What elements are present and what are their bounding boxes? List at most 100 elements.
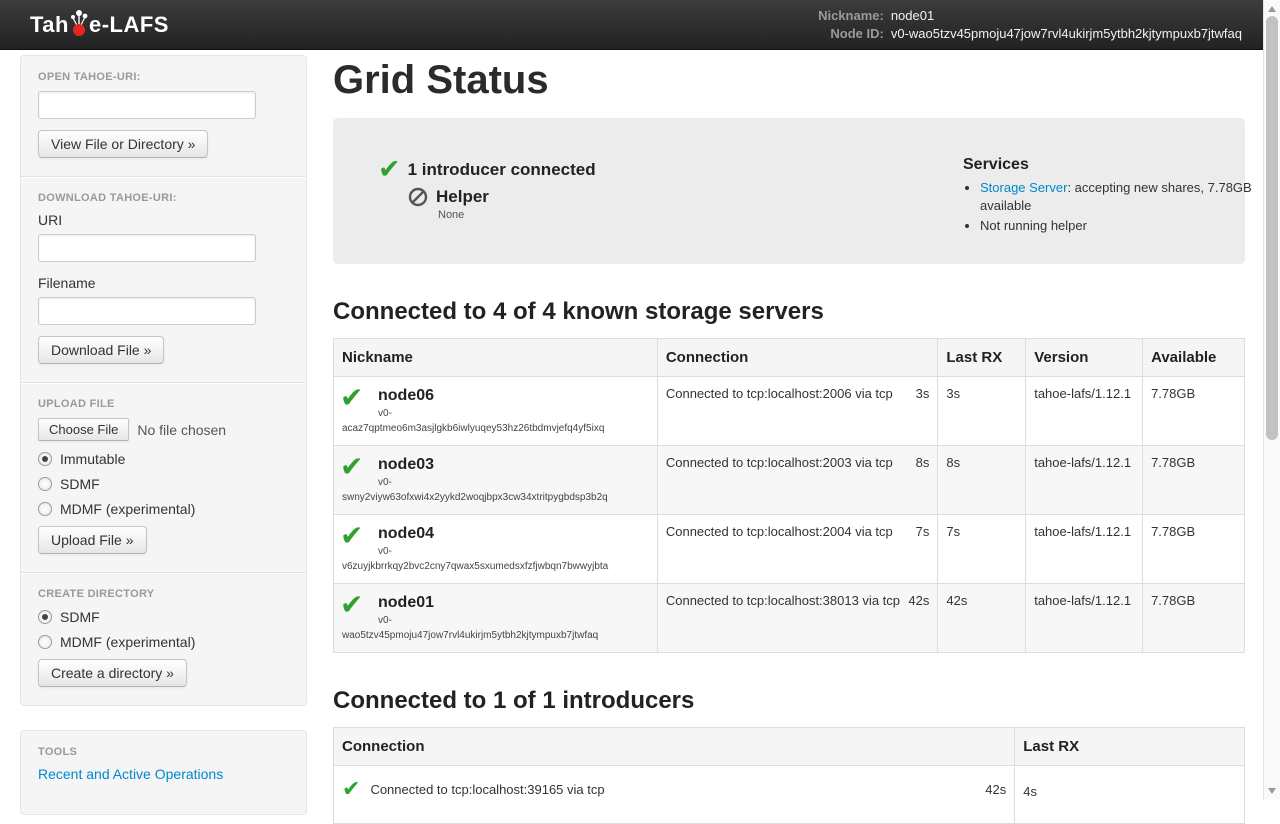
server-node-id: v0-swny2viyw63ofxwi4x2yykd2woqjbpx3cw34x… — [342, 475, 649, 505]
view-file-button[interactable]: View File or Directory » — [38, 130, 208, 158]
tools-panel: TOOLS Recent and Active Operations — [20, 730, 307, 815]
open-uri-section: OPEN TAHOE-URI: View File or Directory » — [21, 56, 306, 176]
server-connection-time: 3s — [916, 386, 930, 401]
scroll-down-arrow-icon[interactable] — [1268, 788, 1276, 794]
servers-table-body: ✔ node06v0-acaz7qptmeo6m3asjlgkb6iwlyuqey… — [334, 377, 1245, 653]
tahoe-lafs-logo: Tah e-LAFS — [30, 9, 169, 40]
server-row-node04: ✔ node04v0-v6zuyjkbrrkqy2bvc2cny7qwax5sxu… — [334, 515, 1245, 584]
storage-server-link[interactable]: Storage Server — [980, 180, 1067, 195]
node-info: Nickname: node01 Node ID: v0-wao5tzv45pm… — [818, 8, 1242, 41]
filename-field-label: Filename — [38, 275, 289, 291]
col-header-available: Available — [1143, 339, 1245, 377]
server-last-rx: 42s — [938, 584, 1026, 653]
radio-label: MDMF (experimental) — [60, 634, 195, 650]
nickname-value: node01 — [891, 8, 1242, 23]
introducers-table: Connection Last RX ✔ Connected to tcp:loc… — [333, 727, 1245, 824]
upload-format-radio-mdmf-experimental[interactable]: MDMF (experimental) — [38, 501, 289, 517]
upload-format-radio-immutable[interactable]: Immutable — [38, 451, 289, 467]
radio-button-icon[interactable] — [38, 502, 52, 516]
radio-label: SDMF — [60, 476, 100, 492]
server-available: 7.78GB — [1143, 377, 1245, 446]
server-connected-check-icon: ✔ — [340, 384, 363, 412]
radio-label: MDMF (experimental) — [60, 501, 195, 517]
open-uri-input[interactable] — [38, 91, 256, 119]
col-header-nickname: Nickname — [334, 339, 658, 377]
server-row-node06: ✔ node06v0-acaz7qptmeo6m3asjlgkb6iwlyuqey… — [334, 377, 1245, 446]
introducer-connected-check-icon: ✔ — [342, 778, 360, 800]
server-node-id: v0-v6zuyjkbrrkqy2bvc2cny7qwax5sxumedsxfz… — [342, 544, 649, 574]
choose-file-button[interactable]: Choose File — [38, 418, 129, 441]
server-row-node01: ✔node01v0-wao5tzv45pmoju47jow7rvl4ukirjm… — [334, 584, 1245, 653]
radio-button-icon[interactable] — [38, 477, 52, 491]
helper-value: None — [438, 209, 963, 221]
introducer-connection-text: Connected to tcp:localhost:39165 via tcp — [370, 782, 604, 797]
radio-button-icon[interactable] — [38, 635, 52, 649]
download-uri-label: DOWNLOAD TAHOE-URI: — [38, 192, 289, 204]
nickname-label: Nickname: — [818, 8, 884, 23]
recent-operations-link[interactable]: Recent and Active Operations — [38, 766, 223, 782]
upload-format-radio-sdmf[interactable]: SDMF — [38, 476, 289, 492]
download-filename-input[interactable] — [38, 297, 256, 325]
server-nickname: node04 — [378, 524, 649, 544]
server-connected-check-icon: ✔ — [340, 591, 363, 619]
server-available: 7.78GB — [1143, 446, 1245, 515]
vertical-scrollbar[interactable] — [1263, 0, 1280, 800]
logo-text-pre: Tah — [30, 14, 69, 36]
server-connection-text: Connected to tcp:localhost:2004 via tcp — [666, 524, 893, 539]
download-file-button[interactable]: Download File » — [38, 336, 164, 364]
server-available: 7.78GB — [1143, 515, 1245, 584]
service-item: Storage Server: accepting new shares, 7.… — [980, 179, 1263, 215]
helper-none-icon — [408, 187, 428, 207]
download-uri-section: DOWNLOAD TAHOE-URI: URI Filename Downloa… — [21, 176, 306, 382]
status-left: ✔ 1 introducer connected Helper None — [378, 156, 963, 264]
col-header-version: Version — [1026, 339, 1143, 377]
no-file-chosen-text: No file chosen — [137, 422, 226, 438]
col-header-connection: Connection — [657, 339, 938, 377]
server-version: tahoe-lafs/1.12.1 — [1026, 584, 1143, 653]
server-connection-time: 42s — [908, 593, 929, 608]
scroll-up-arrow-icon[interactable] — [1268, 6, 1276, 12]
service-item: Not running helper — [980, 217, 1263, 235]
server-nickname: node06 — [378, 386, 649, 406]
node-id-label: Node ID: — [818, 26, 884, 41]
server-node-id: v0-acaz7qptmeo6m3asjlgkb6iwlyuqey53hz26t… — [342, 406, 649, 436]
radio-button-icon[interactable] — [38, 610, 52, 624]
helper-label: Helper — [436, 187, 489, 207]
scrollbar-thumb[interactable] — [1266, 16, 1278, 440]
servers-table-header-row: Nickname Connection Last RX Version Avai… — [334, 339, 1245, 377]
mkdir-format-radio-mdmf-experimental[interactable]: MDMF (experimental) — [38, 634, 289, 650]
col-header-intro-connection: Connection — [334, 728, 1015, 766]
introducers-table-body: ✔ Connected to tcp:localhost:39165 via tc… — [334, 766, 1245, 824]
server-connection-text: Connected to tcp:localhost:38013 via tcp — [666, 593, 900, 608]
services-panel: Services Storage Server: accepting new s… — [963, 156, 1263, 264]
server-row-node03: ✔ node03v0-swny2viyw63ofxwi4x2yykd2woqjbp… — [334, 446, 1245, 515]
page-title: Grid Status — [333, 56, 1245, 104]
server-available: 7.78GB — [1143, 584, 1245, 653]
server-version: tahoe-lafs/1.12.1 — [1026, 446, 1143, 515]
upload-file-button[interactable]: Upload File » — [38, 526, 147, 554]
introducer-connected-text: 1 introducer connected — [408, 160, 596, 180]
server-connected-check-icon: ✔ — [340, 453, 363, 481]
uri-field-label: URI — [38, 212, 289, 228]
introducer-last-rx: 4s — [1015, 766, 1245, 824]
radio-label: SDMF — [60, 609, 100, 625]
introducer-connection-time: 42s — [985, 782, 1006, 797]
services-title: Services — [963, 156, 1263, 174]
tahoe-dot-icon — [70, 9, 88, 37]
radio-button-icon[interactable] — [38, 452, 52, 466]
main-content: Grid Status ✔ 1 introducer connected Hel… — [333, 50, 1245, 824]
server-connected-check-icon: ✔ — [340, 522, 363, 550]
introducer-row: ✔ Connected to tcp:localhost:39165 via tc… — [334, 766, 1245, 824]
server-nickname: node01 — [378, 593, 649, 613]
create-directory-button[interactable]: Create a directory » — [38, 659, 187, 687]
radio-label: Immutable — [60, 451, 125, 467]
sidebar-forms-panel: OPEN TAHOE-URI: View File or Directory »… — [20, 55, 307, 706]
server-last-rx: 8s — [938, 446, 1026, 515]
introducers-table-header-row: Connection Last RX — [334, 728, 1245, 766]
server-nickname: node03 — [378, 455, 649, 475]
download-uri-input[interactable] — [38, 234, 256, 262]
server-last-rx: 7s — [938, 515, 1026, 584]
introducer-connected-check-icon: ✔ — [378, 156, 401, 183]
introducers-heading: Connected to 1 of 1 introducers — [333, 687, 1245, 715]
mkdir-format-radio-sdmf[interactable]: SDMF — [38, 609, 289, 625]
